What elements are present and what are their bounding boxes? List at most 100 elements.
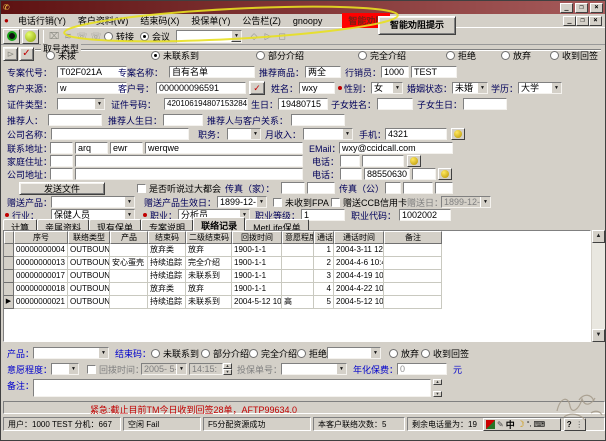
tab-contact-records[interactable]: 联络记录	[193, 217, 245, 231]
ccb-checkbox[interactable]	[331, 198, 340, 207]
mobile-field[interactable]: 4321	[385, 128, 447, 140]
menu-item-end-code[interactable]: 结束码(X)	[134, 13, 185, 28]
table-header-cell[interactable]: 通话时间	[334, 231, 384, 244]
table-header-cell[interactable]: 结束码	[148, 231, 186, 244]
income-dropdown[interactable]: ▼	[303, 128, 353, 140]
ime-softkeyboard-icon[interactable]: ⌨	[534, 420, 546, 429]
minimize-button[interactable]: _	[560, 3, 573, 13]
table-header-cell[interactable]: 备注	[384, 231, 442, 244]
endcode-radio-abandon[interactable]: 放弃	[389, 348, 419, 359]
dialtype-radio-abandon[interactable]: 放弃	[501, 50, 531, 61]
scroll-down-icon[interactable]: ▼	[592, 329, 605, 342]
child-close-button[interactable]: ×	[589, 16, 602, 26]
transfer-radio[interactable]: 转接	[104, 31, 134, 42]
project-name-field[interactable]: 自有名单	[169, 66, 255, 78]
phone1-dial-icon[interactable]	[407, 155, 421, 167]
confirm-check-button[interactable]: ✓	[19, 47, 34, 61]
contact-addr-field-2[interactable]: arq	[75, 142, 108, 154]
name-field[interactable]: wxy	[299, 82, 335, 94]
project-code-field[interactable]: T02F021A	[57, 66, 127, 78]
child-minimize-button[interactable]: _	[563, 16, 576, 26]
dialtype-radio-full[interactable]: 完全介绍	[358, 50, 406, 61]
office-addr-field-2[interactable]	[75, 168, 303, 180]
fax-office-field-1[interactable]	[385, 182, 401, 194]
contact-addr-field-3[interactable]: ewr	[110, 142, 143, 154]
hangup-button[interactable]	[22, 29, 39, 44]
table-header-cell[interactable]: 二级结束码	[186, 231, 232, 244]
table-header-cell[interactable]: 通话次数	[314, 231, 334, 244]
table-row[interactable]: 00000000004OUTBOUND放弃类放弃1900-1-112004-3-…	[4, 244, 590, 257]
dialtype-radio-receipt[interactable]: 收到回签	[550, 50, 598, 61]
heard-metlife-checkbox[interactable]	[137, 184, 146, 193]
dial-connect-button[interactable]	[3, 29, 20, 44]
phone1-field-2[interactable]	[362, 155, 404, 167]
agent-icon[interactable]: ☏	[76, 30, 88, 43]
product-dropdown[interactable]: ▼	[33, 347, 109, 359]
time-spinner-down-icon[interactable]: ▼	[223, 369, 232, 375]
note-scroll-up-icon[interactable]: ▲	[433, 379, 442, 385]
scroll-up-icon[interactable]: ▲	[592, 230, 605, 243]
menu-item-gnoopy[interactable]: gnoopy	[287, 15, 329, 27]
monitor-icon[interactable]: ◇	[248, 30, 260, 43]
email-field[interactable]: wxy@ccidcall.com	[339, 142, 453, 154]
fax-home-field-2[interactable]	[307, 182, 335, 194]
dialtype-radio-partial[interactable]: 部分介绍	[256, 50, 304, 61]
ime-fullwidth-moon-icon[interactable]: ☽	[517, 419, 525, 430]
job-dropdown[interactable]: ▼	[227, 128, 261, 140]
menu-item-bulletin[interactable]: 公告栏(Z)	[236, 13, 287, 28]
phone2-field-3[interactable]	[412, 168, 436, 180]
agent-id-field[interactable]: 1000	[381, 66, 409, 78]
dialtype-radio-notreached[interactable]: 未联系到	[151, 50, 199, 61]
play-icon[interactable]: ▷	[262, 30, 274, 43]
table-scrollbar[interactable]	[592, 230, 605, 342]
marital-dropdown[interactable]: 未婚▼	[452, 82, 488, 94]
home-addr-field-1[interactable]	[50, 155, 73, 167]
menu-item-customer-data[interactable]: 客户资料(W)	[72, 13, 135, 28]
referrer-field[interactable]	[48, 114, 102, 126]
customer-source-field[interactable]: w	[57, 82, 127, 94]
ime-help-icon[interactable]: ?	[567, 420, 572, 429]
restore-button[interactable]: ❐	[575, 3, 588, 13]
contact-addr-field-1[interactable]	[50, 142, 73, 154]
ime-app-icon[interactable]	[486, 420, 495, 429]
send-file-button[interactable]: 发送文件	[19, 182, 105, 195]
child-restore-button[interactable]: ❐	[576, 16, 589, 26]
table-header-cell[interactable]: 产品	[110, 231, 148, 244]
occupation-code-field[interactable]: 1002002	[399, 209, 451, 221]
referrer-relation-field[interactable]	[291, 114, 345, 126]
hold-icon[interactable]: ⌧	[48, 30, 60, 43]
premium-field[interactable]: 0	[397, 363, 447, 375]
menu-item-policy[interactable]: 投保单(Y)	[185, 13, 236, 28]
reject-reason-dropdown[interactable]: ▼	[327, 347, 381, 359]
dialtype-radio-notdialed[interactable]: 未拨	[46, 50, 76, 61]
ime-punctuation-icon[interactable]: °,	[527, 421, 532, 428]
fax-home-field-1[interactable]	[281, 182, 305, 194]
id-type-dropdown[interactable]: ▼	[57, 98, 105, 110]
education-dropdown[interactable]: 大学▼	[518, 82, 562, 94]
child-birth-field[interactable]	[463, 98, 507, 110]
rec-product-field[interactable]: 两全	[305, 66, 341, 78]
table-header-cell[interactable]: 意愿程度	[282, 231, 314, 244]
company-field[interactable]	[51, 128, 189, 140]
ime-pen-icon[interactable]: ✎	[497, 420, 504, 429]
phone2-field-1[interactable]	[340, 168, 362, 180]
record-icon[interactable]: ◻	[276, 30, 288, 43]
endcode-radio-receipt[interactable]: 收到回签	[421, 348, 469, 359]
contact-addr-field-4[interactable]: werqwe	[145, 142, 303, 154]
phone2-field-2[interactable]: 88550630	[364, 168, 410, 180]
fpa-checkbox[interactable]	[273, 198, 282, 207]
agent-name-field[interactable]: TEST	[411, 66, 457, 78]
birthday-field[interactable]: 19480715	[278, 98, 328, 110]
fax-office-field-3[interactable]	[435, 182, 453, 194]
table-row[interactable]: 00000000017OUTBOUND持续追踪未联系到1900-1-132004…	[4, 270, 590, 283]
table-row[interactable]: 00000000013OUTBOUND安心蛋壳持续追踪完全介绍1900-1-12…	[4, 257, 590, 270]
note-textarea[interactable]	[33, 379, 431, 397]
agent2-icon[interactable]: ☏	[90, 30, 102, 43]
gift-date-dropdown[interactable]: 1899-12-30▼	[217, 196, 267, 208]
table-row[interactable]: ▶00000000021OUTBOUND持续追踪未联系到2004-5-12 10…	[4, 296, 590, 309]
redial-button[interactable]: ⊳	[3, 47, 18, 61]
referrer-birth-field[interactable]	[163, 114, 203, 126]
home-addr-field-2[interactable]	[75, 155, 303, 167]
endcode-radio-partial[interactable]: 部分介绍	[201, 348, 249, 359]
table-header-cell[interactable]: 回拨时间	[232, 231, 282, 244]
